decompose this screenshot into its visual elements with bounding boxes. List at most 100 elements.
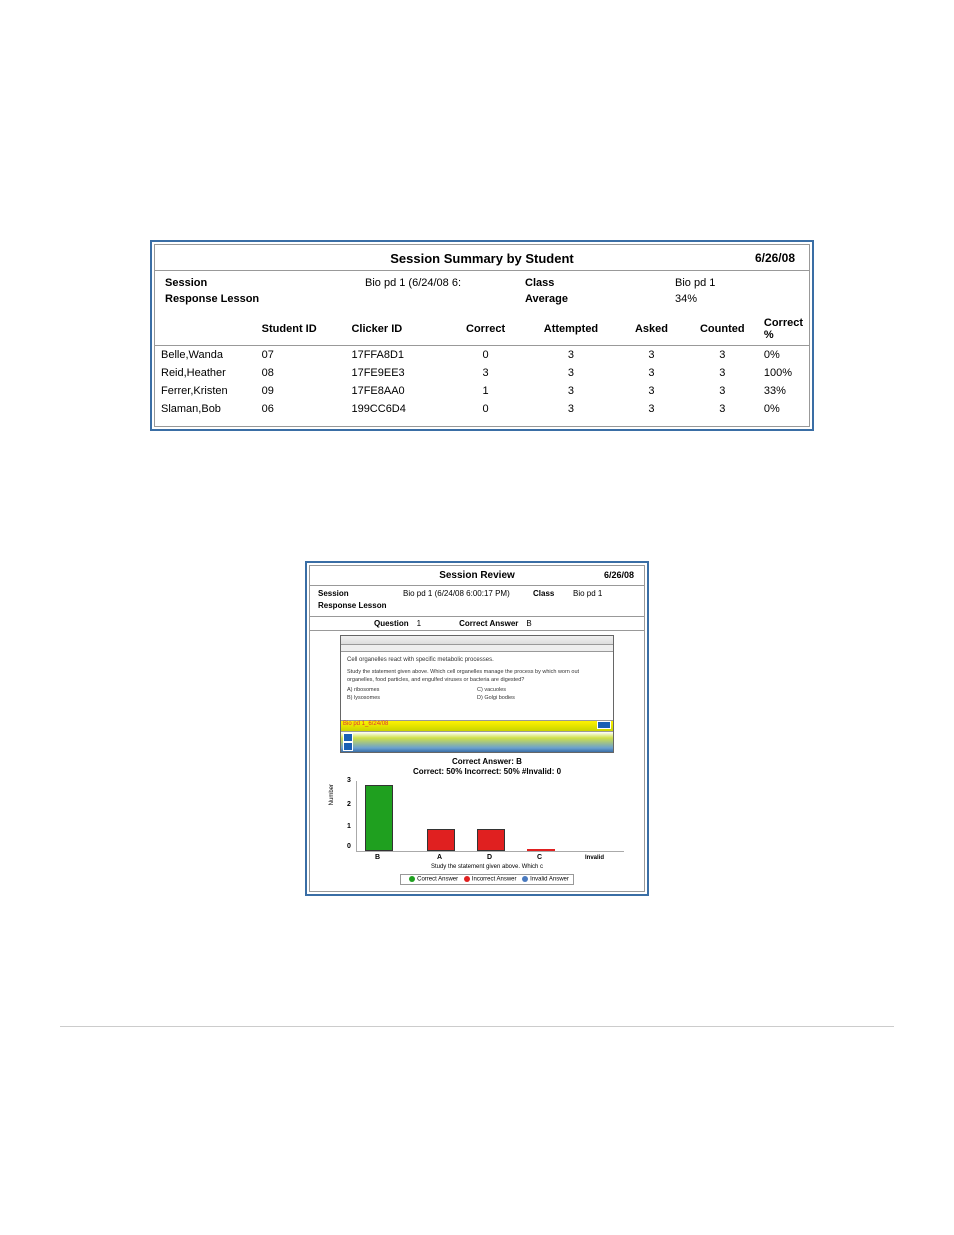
cell-counted: 3 xyxy=(687,364,758,382)
average-value: 34% xyxy=(675,291,697,307)
legend-dot-incorrect-icon xyxy=(464,876,470,882)
review-session-label: Session xyxy=(318,588,403,600)
report-title: Session Summary by Student xyxy=(390,251,574,266)
table-header-row: Student ID Clicker ID Correct Attempted … xyxy=(155,313,809,346)
review-class-label: Class xyxy=(533,588,573,600)
bar-d xyxy=(477,829,505,851)
session-label: Session xyxy=(165,275,365,291)
chart-title: Correct Answer: B xyxy=(340,757,634,767)
correct-answer-value: B xyxy=(522,619,535,628)
col-student-id: Student ID xyxy=(256,313,346,346)
bar-a xyxy=(427,829,455,851)
class-value: Bio pd 1 xyxy=(675,275,715,291)
legend-invalid: Invalid Answer xyxy=(530,877,569,883)
cell-asked: 3 xyxy=(616,346,686,365)
col-name xyxy=(155,313,256,346)
col-correct-pct: Correct % xyxy=(758,313,809,346)
cell-correct: 3 xyxy=(445,364,525,382)
session-review-report: Session Review 6/26/08 Session Bio pd 1 … xyxy=(305,561,649,896)
cell-clicker-id: 17FFA8D1 xyxy=(345,346,445,365)
bar-chart: Number 3 2 1 0 B A D C Invalid xyxy=(356,781,624,852)
cell-student-id: 09 xyxy=(256,382,346,400)
cell-attempted: 3 xyxy=(526,364,617,382)
cell-clicker-id: 17FE8AA0 xyxy=(345,382,445,400)
cell-asked: 3 xyxy=(616,382,686,400)
review-class-value: Bio pd 1 xyxy=(573,588,602,600)
slide-gradient-footer xyxy=(341,731,613,752)
cell-name: Slaman,Bob xyxy=(155,400,256,418)
class-label: Class xyxy=(525,275,675,291)
question-label: Question xyxy=(370,619,413,628)
cell-attempted: 3 xyxy=(526,346,617,365)
chart-ylabel: Number xyxy=(329,784,335,805)
cell-student-id: 06 xyxy=(256,400,346,418)
xcat-invalid: Invalid xyxy=(585,855,604,861)
cell-counted: 3 xyxy=(687,346,758,365)
ytick-1: 1 xyxy=(347,823,351,830)
slide-footer-label: Bio pd 1_6/24/08 xyxy=(343,721,388,727)
response-lesson-value xyxy=(365,291,515,307)
question-number: 1 xyxy=(413,619,425,628)
cell-correct: 0 xyxy=(445,346,525,365)
legend-dot-correct-icon xyxy=(409,876,415,882)
cell-correct: 0 xyxy=(445,400,525,418)
cell-correct-pct: 33% xyxy=(758,382,809,400)
cell-asked: 3 xyxy=(616,364,686,382)
slide-footer-icon xyxy=(343,733,353,742)
chart-xlabel: Study the statement given above. Which c xyxy=(340,864,634,870)
review-title-row: Session Review 6/26/08 xyxy=(310,566,644,585)
col-asked: Asked xyxy=(616,313,686,346)
session-value: Bio pd 1 (6/24/08 6: xyxy=(365,275,515,291)
xcat-b: B xyxy=(375,854,380,861)
slide-yellow-bar: Bio pd 1_6/24/08 xyxy=(341,720,613,731)
slide-option-d: D) Golgi bodies xyxy=(477,694,515,702)
review-title: Session Review xyxy=(439,570,515,581)
slide-option-c: C) vacuoles xyxy=(477,686,515,694)
cell-student-id: 08 xyxy=(256,364,346,382)
ytick-3: 3 xyxy=(347,777,351,784)
review-rl-label: Response Lesson xyxy=(318,600,403,612)
slide-play-button[interactable] xyxy=(597,721,611,729)
slide-statement: Cell organelles react with specific meta… xyxy=(347,656,607,664)
slide-thumbnail: Cell organelles react with specific meta… xyxy=(340,635,614,753)
page-footer-rule xyxy=(60,1026,894,1027)
bar-b xyxy=(365,785,393,851)
table-row: Belle,Wanda0717FFA8D103330% xyxy=(155,346,809,365)
cell-counted: 3 xyxy=(687,400,758,418)
cell-name: Ferrer,Kristen xyxy=(155,382,256,400)
col-clicker-id: Clicker ID xyxy=(345,313,445,346)
bar-c xyxy=(527,849,555,851)
legend-correct: Correct Answer xyxy=(417,877,458,883)
slide-option-b: B) lysosomes xyxy=(347,694,477,702)
report-meta: Session Bio pd 1 (6/24/08 6: Class Bio p… xyxy=(155,271,809,313)
cell-counted: 3 xyxy=(687,382,758,400)
student-table: Student ID Clicker ID Correct Attempted … xyxy=(155,313,809,418)
cell-student-id: 07 xyxy=(256,346,346,365)
legend-incorrect: Incorrect Answer xyxy=(472,877,517,883)
ytick-0: 0 xyxy=(347,843,351,850)
cell-name: Reid,Heather xyxy=(155,364,256,382)
cell-clicker-id: 17FE9EE3 xyxy=(345,364,445,382)
xcat-a: A xyxy=(437,854,442,861)
session-summary-report: Session Summary by Student 6/26/08 Sessi… xyxy=(150,240,814,431)
table-row: Ferrer,Kristen0917FE8AA0133333% xyxy=(155,382,809,400)
table-row: Reid,Heather0817FE9EE33333100% xyxy=(155,364,809,382)
col-attempted: Attempted xyxy=(526,313,617,346)
ytick-2: 2 xyxy=(347,801,351,808)
col-correct: Correct xyxy=(445,313,525,346)
review-session-value: Bio pd 1 (6/24/08 6:00:17 PM) xyxy=(403,588,533,600)
cell-attempted: 3 xyxy=(526,382,617,400)
cell-correct: 1 xyxy=(445,382,525,400)
xcat-d: D xyxy=(487,854,492,861)
legend-dot-invalid-icon xyxy=(522,876,528,882)
review-date: 6/26/08 xyxy=(604,570,634,580)
average-label: Average xyxy=(525,291,675,307)
cell-asked: 3 xyxy=(616,400,686,418)
chart-area: Correct Answer: B Correct: 50% Incorrect… xyxy=(340,757,634,885)
xcat-c: C xyxy=(537,854,542,861)
slide-option-a: A) ribosomes xyxy=(347,686,477,694)
correct-answer-label: Correct Answer xyxy=(455,619,522,628)
cell-attempted: 3 xyxy=(526,400,617,418)
slide-toolbar xyxy=(341,636,613,645)
cell-correct-pct: 0% xyxy=(758,346,809,365)
